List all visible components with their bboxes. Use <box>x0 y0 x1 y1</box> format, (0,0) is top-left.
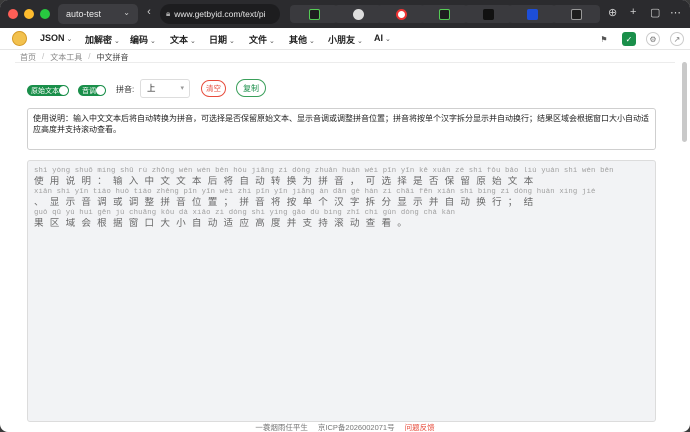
menu-file-label: 文件 <box>249 35 268 45</box>
keep-original-toggle[interactable]: 原始文本 <box>27 85 69 96</box>
menu-kids[interactable]: 小朋友 ⌄ <box>328 33 363 46</box>
site-menubar: JSON ⌄ 加解密 ⌄ 编码 ⌄ 文本 ⌄ 日期 ⌄ 文件 ⌄ 其他 ⌄ 小朋友 ⌄ AI ⌄ … <box>0 28 690 50</box>
more-icon[interactable]: ⋯ <box>670 6 681 19</box>
terminal-icon <box>308 8 320 20</box>
menu-crypto-label: 加解密 <box>85 35 113 45</box>
record-icon <box>395 8 407 20</box>
address-bar[interactable]: 🔒︎ www.getbyid.com/text/pi <box>160 4 280 24</box>
tab-overview-icon[interactable]: ▢ <box>650 6 660 19</box>
menu-other[interactable]: 其他 ⌄ <box>289 33 315 46</box>
pinned-tab-record[interactable] <box>377 5 425 23</box>
menu-encoding[interactable]: 编码 ⌄ <box>130 33 156 46</box>
chevron-down-icon: ⌄ <box>357 38 363 45</box>
pinned-tab-cloud[interactable] <box>508 5 556 23</box>
app-icon <box>482 8 494 20</box>
chevron-down-icon: ⌄ <box>190 38 196 45</box>
pinned-tab-terminal-3[interactable] <box>552 5 600 23</box>
copy-button[interactable]: 复制 <box>236 79 266 97</box>
close-window-button[interactable] <box>8 9 18 19</box>
pinyin-position-select[interactable]: 上 ▾ <box>140 79 190 98</box>
pinyin-position-label: 拼音: <box>116 85 135 94</box>
pinned-tab-app[interactable] <box>334 5 382 23</box>
back-icon[interactable]: ‹ <box>142 6 156 18</box>
chevron-down-icon: ▾ <box>180 85 184 92</box>
tone-label: 音调 <box>82 87 96 95</box>
pinned-tab-terminal[interactable] <box>290 5 338 23</box>
pinned-tab-terminal-2[interactable] <box>420 5 468 23</box>
add-tab-icon[interactable]: + <box>630 6 636 18</box>
pinyin-line: guǒ qū yù huì gēn jù chuāng kǒu dà xiǎo … <box>34 209 456 217</box>
menu-file[interactable]: 文件 ⌄ <box>249 33 275 46</box>
menu-json[interactable]: JSON ⌄ <box>40 33 72 43</box>
terminal-icon <box>570 8 582 20</box>
active-tab-title: auto-test <box>66 9 102 19</box>
menu-crypto[interactable]: 加解密 ⌄ <box>85 33 120 46</box>
pinned-tab-dark[interactable] <box>464 5 512 23</box>
menu-text-label: 文本 <box>170 35 189 45</box>
chevron-down-icon: ⌄ <box>229 38 235 45</box>
browser-window: auto-test ⌄ ‹ 🔒︎ www.getbyid.com/text/pi… <box>0 0 690 432</box>
divider <box>15 62 675 63</box>
share-icon[interactable]: ↗ <box>670 32 684 46</box>
chevron-down-icon: ⌄ <box>150 38 156 45</box>
window-controls <box>8 9 50 19</box>
menu-text[interactable]: 文本 ⌄ <box>170 33 196 46</box>
menu-json-label: JSON <box>40 33 65 43</box>
page-footer: 一蓑烟雨任平生 京ICP备2026002071号 问题反馈 <box>0 422 690 432</box>
settings-icon[interactable]: ⚙ <box>646 32 660 46</box>
chevron-down-icon: ⌄ <box>309 38 315 45</box>
tone-toggle[interactable]: 音调 <box>78 85 106 96</box>
minimize-window-button[interactable] <box>24 9 34 19</box>
keep-original-label: 原始文本 <box>31 87 59 95</box>
toggle-knob <box>59 86 68 95</box>
pinyin-position-value: 上 <box>147 83 156 93</box>
chevron-down-icon: ⌄ <box>114 38 120 45</box>
pinyin-line: shǐ yòng shuō míng shū rù zhōng wén wén … <box>34 167 614 175</box>
download-icon[interactable]: ⊕ <box>608 6 617 19</box>
site-logo[interactable] <box>12 31 27 46</box>
toggle-knob <box>96 86 105 95</box>
chevron-down-icon[interactable]: ⌄ <box>123 8 130 17</box>
url-text: www.getbyid.com/text/pi <box>174 9 266 19</box>
menu-date[interactable]: 日期 ⌄ <box>209 33 235 46</box>
pinyin-output: shǐ yòng shuō míng shū rù zhōng wén wén … <box>27 160 656 422</box>
pinyin-line: xiǎn shì yīn tiáo huò tiáo zhěng pīn yīn… <box>34 188 596 196</box>
lock-icon: 🔒︎ <box>166 9 171 18</box>
chevron-down-icon: ⌄ <box>269 38 275 45</box>
chevron-down-icon: ⌄ <box>385 36 391 43</box>
hanzi-line: 使用说明：输入中文文本后将自动转换为拼音，可选择是否保留原始文本 <box>34 176 540 187</box>
feedback-link[interactable]: 问题反馈 <box>405 422 435 432</box>
menu-date-label: 日期 <box>209 35 228 45</box>
cloud-icon <box>526 8 538 20</box>
title-bar: auto-test ⌄ ‹ 🔒︎ www.getbyid.com/text/pi… <box>0 0 690 28</box>
menu-encoding-label: 编码 <box>130 35 149 45</box>
footer-author: 一蓑烟雨任平生 <box>255 423 308 432</box>
menu-other-label: 其他 <box>289 35 308 45</box>
menu-ai[interactable]: AI ⌄ <box>374 33 391 43</box>
chinese-text-input[interactable]: 使用说明：输入中文文本后将自动转换为拼音，可选择是否保留原始文本、显示音调或调整… <box>27 108 656 150</box>
chevron-down-icon: ⌄ <box>66 36 73 43</box>
hanzi-line: 、显示音调或调整拼音位置；拼音将按单个汉字拆分显示并自动换行；结 <box>34 197 540 208</box>
active-tab[interactable]: auto-test ⌄ <box>58 4 138 24</box>
check-icon[interactable]: ✓ <box>622 32 636 46</box>
menu-kids-label: 小朋友 <box>328 35 356 45</box>
zoom-window-button[interactable] <box>40 9 50 19</box>
app-icon <box>352 8 364 20</box>
hanzi-line: 果区域会根据窗口大小自动适应高度并支持滚动查看。 <box>34 218 414 229</box>
terminal-icon <box>438 8 450 20</box>
page-scrollbar[interactable] <box>682 62 687 142</box>
clear-button[interactable]: 清空 <box>201 80 226 97</box>
menu-ai-label: AI <box>374 33 383 43</box>
footer-icp[interactable]: 京ICP备2026002071号 <box>318 422 395 432</box>
pin-icon[interactable]: ⚑ <box>597 32 611 46</box>
